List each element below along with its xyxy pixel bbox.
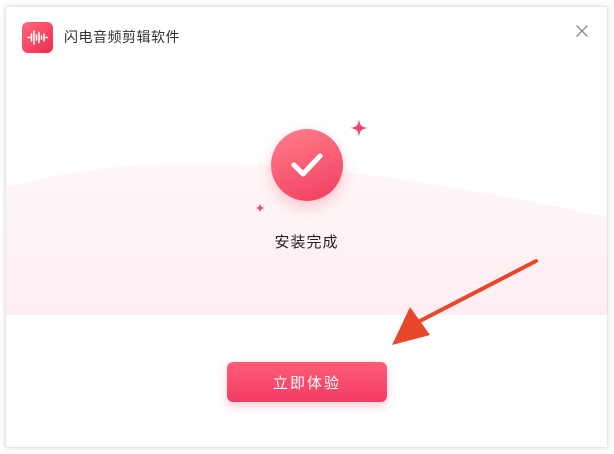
app-logo	[22, 22, 53, 53]
sparkle-icon	[255, 203, 265, 213]
launch-now-button[interactable]: 立即体验	[227, 362, 387, 402]
install-status-text: 安装完成	[274, 233, 339, 251]
sparkle-icon	[350, 119, 368, 137]
annotation-arrow-icon	[392, 259, 538, 345]
checkmark-icon	[291, 153, 323, 177]
installer-window: 闪电音频剪辑软件 安装完成 立即体验	[5, 6, 608, 448]
close-icon[interactable]	[574, 23, 590, 39]
success-badge	[271, 129, 343, 201]
app-title: 闪电音频剪辑软件	[64, 30, 180, 46]
close-button[interactable]	[574, 23, 590, 39]
audio-wave-icon	[27, 30, 48, 45]
title-bar: 闪电音频剪辑软件	[6, 7, 607, 67]
